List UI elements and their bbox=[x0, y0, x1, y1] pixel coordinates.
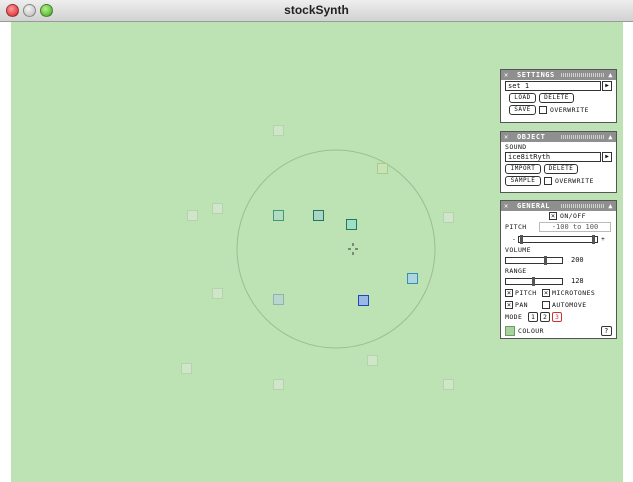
help-button[interactable]: ? bbox=[601, 326, 612, 336]
sound-object[interactable] bbox=[181, 363, 192, 374]
volume-slider[interactable] bbox=[505, 256, 563, 265]
sound-object[interactable] bbox=[346, 219, 357, 230]
close-icon[interactable]: ✕ bbox=[504, 70, 509, 80]
pitch-checkbox[interactable]: × bbox=[505, 289, 513, 297]
close-icon[interactable]: ✕ bbox=[504, 132, 509, 142]
sound-object[interactable] bbox=[443, 379, 454, 390]
mode-1-button[interactable]: 1 bbox=[528, 312, 538, 322]
sound-object[interactable] bbox=[212, 203, 223, 214]
sample-button[interactable]: SAMPLE bbox=[505, 176, 541, 186]
sound-label: SOUND bbox=[505, 143, 527, 151]
range-label: RANGE bbox=[505, 267, 527, 275]
app-window: stockSynth ✕ SETTINGS ▲ set 1 ▶ LOAD DEL… bbox=[0, 0, 633, 482]
settings-panel: ✕ SETTINGS ▲ set 1 ▶ LOAD DELETE SAVE OV… bbox=[500, 69, 617, 123]
collapse-icon[interactable]: ▲ bbox=[608, 70, 613, 80]
general-header-label: GENERAL bbox=[515, 201, 553, 211]
sound-object[interactable] bbox=[313, 210, 324, 221]
delete-object-button[interactable]: DELETE bbox=[544, 164, 578, 174]
pitch-plus-label: + bbox=[601, 235, 606, 243]
volume-slider-handle[interactable] bbox=[544, 256, 547, 265]
title-bar: stockSynth bbox=[0, 0, 633, 22]
settings-panel-header[interactable]: ✕ SETTINGS ▲ bbox=[501, 70, 616, 80]
automove-checkbox-label: AUTOMOVE bbox=[552, 301, 587, 309]
window-title: stockSynth bbox=[284, 3, 349, 17]
pitch-range-field[interactable]: -100 to 100 bbox=[539, 222, 611, 232]
pitch-slider-right-handle[interactable] bbox=[592, 235, 595, 244]
delete-set-button[interactable]: DELETE bbox=[539, 93, 574, 103]
general-panel: ✕ GENERAL ▲ × ON/OFF PITCH -100 to 100 -… bbox=[500, 200, 617, 339]
drag-grip-icon[interactable] bbox=[561, 73, 604, 77]
sound-object[interactable] bbox=[212, 288, 223, 299]
sound-object[interactable] bbox=[273, 125, 284, 136]
object-panel-header[interactable]: ✕ OBJECT ▲ bbox=[501, 132, 616, 142]
collapse-icon[interactable]: ▲ bbox=[608, 201, 613, 211]
sound-object[interactable] bbox=[273, 210, 284, 221]
sound-object[interactable] bbox=[273, 379, 284, 390]
automove-checkbox[interactable] bbox=[542, 301, 550, 309]
mode-label: MODE bbox=[505, 313, 523, 321]
load-button[interactable]: LOAD bbox=[509, 93, 536, 103]
window-border-right bbox=[623, 22, 633, 482]
mode-3-button[interactable]: 3 bbox=[552, 312, 562, 322]
pitch-slider[interactable] bbox=[518, 235, 598, 244]
colour-swatch[interactable] bbox=[505, 326, 515, 336]
sound-object[interactable] bbox=[377, 163, 388, 174]
sound-object[interactable] bbox=[273, 294, 284, 305]
overwrite-set-checkbox[interactable] bbox=[539, 106, 547, 114]
close-icon[interactable]: ✕ bbox=[504, 201, 509, 211]
object-panel: ✕ OBJECT ▲ SOUND ice8itRyth ▶ IMPORT DEL… bbox=[500, 131, 617, 193]
onoff-label: ON/OFF bbox=[560, 212, 586, 220]
microtones-checkbox[interactable]: × bbox=[542, 289, 550, 297]
set-name-field[interactable]: set 1 bbox=[505, 81, 601, 91]
object-header-label: OBJECT bbox=[515, 132, 548, 142]
pitch-checkbox-label: PITCH bbox=[515, 289, 537, 297]
general-panel-header[interactable]: ✕ GENERAL ▲ bbox=[501, 201, 616, 211]
crosshair-icon[interactable] bbox=[348, 243, 358, 255]
pitch-slider-left-handle[interactable] bbox=[520, 235, 523, 244]
window-border-left bbox=[0, 22, 11, 482]
overwrite-object-label: OVERWRITE bbox=[555, 177, 594, 185]
pan-checkbox-label: PAN bbox=[515, 301, 528, 309]
mode-2-button[interactable]: 2 bbox=[540, 312, 550, 322]
pan-checkbox[interactable]: × bbox=[505, 301, 513, 309]
listener-range-circle bbox=[236, 149, 436, 349]
sound-file-field[interactable]: ice8itRyth bbox=[505, 152, 601, 162]
microtones-checkbox-label: MICROTONES bbox=[552, 289, 596, 297]
settings-header-label: SETTINGS bbox=[515, 70, 557, 80]
range-slider[interactable] bbox=[505, 277, 563, 286]
range-slider-handle[interactable] bbox=[532, 277, 535, 286]
import-button[interactable]: IMPORT bbox=[505, 164, 541, 174]
sound-object[interactable] bbox=[358, 295, 369, 306]
sound-object[interactable] bbox=[407, 273, 418, 284]
drag-grip-icon[interactable] bbox=[561, 135, 604, 139]
overwrite-set-label: OVERWRITE bbox=[550, 106, 589, 114]
sound-object[interactable] bbox=[187, 210, 198, 221]
volume-value[interactable]: 200 bbox=[571, 255, 584, 265]
overwrite-object-checkbox[interactable] bbox=[544, 177, 552, 185]
drag-grip-icon[interactable] bbox=[561, 204, 604, 208]
sound-object[interactable] bbox=[443, 212, 454, 223]
collapse-icon[interactable]: ▲ bbox=[608, 132, 613, 142]
save-button[interactable]: SAVE bbox=[509, 105, 536, 115]
sound-dropdown-arrow-icon[interactable]: ▶ bbox=[602, 152, 612, 162]
pitch-minus-label: - bbox=[512, 235, 517, 243]
colour-label: COLOUR bbox=[518, 327, 544, 335]
volume-label: VOLUME bbox=[505, 246, 531, 254]
sound-object[interactable] bbox=[367, 355, 378, 366]
onoff-checkbox[interactable]: × bbox=[549, 212, 557, 220]
pitch-label: PITCH bbox=[505, 223, 527, 231]
set-dropdown-arrow-icon[interactable]: ▶ bbox=[602, 81, 612, 91]
range-value[interactable]: 128 bbox=[571, 276, 584, 286]
